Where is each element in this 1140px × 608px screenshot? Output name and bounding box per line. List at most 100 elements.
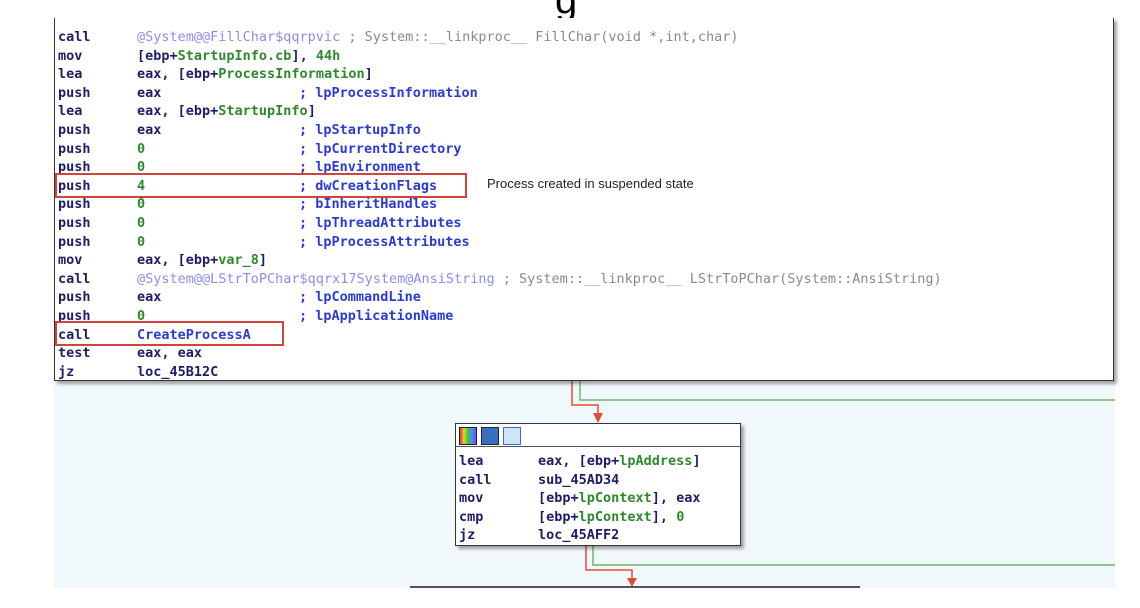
mnemonic: lea (58, 103, 83, 120)
operands: [ebp+lpContext], eax (538, 489, 701, 507)
operand-token: lpContext (578, 508, 652, 525)
operand-token: StartupInfo.cb (177, 47, 292, 64)
operand-token: eax, [ebp+ (137, 66, 219, 83)
operand-token: var_8 (218, 252, 259, 269)
mnemonic: mov (58, 47, 83, 64)
operand-token: ] (692, 453, 701, 469)
node-header (456, 424, 740, 447)
operand-token: 0 (137, 140, 146, 157)
mnemonic: test (58, 345, 91, 362)
arrow-head-1 (593, 413, 603, 423)
operand-token: StartupInfo (218, 103, 308, 120)
operands: 0 (137, 233, 145, 251)
operands: [ebp+lpContext], 0 (538, 508, 684, 526)
operand-token: ] (258, 252, 268, 269)
operands: [ebp+StartupInfo.cb], 44h (137, 47, 340, 65)
operand-token: lpContext (578, 490, 652, 507)
comment: ; lpCurrentDirectory (299, 140, 462, 157)
operand-token: ; System::__linkproc__ LStrToPChar(Syste… (494, 270, 942, 287)
comment: ; lpApplicationName (299, 308, 454, 324)
comment: ; lpCommandLine (299, 289, 421, 306)
mnemonic: push (58, 233, 91, 250)
operand-token: 0 (137, 215, 146, 231)
operand-token[interactable]: sub_45AD34 (538, 472, 619, 488)
comment-column: ; lpProcessAttributes (299, 233, 470, 251)
operand-token: eax (137, 84, 162, 101)
comment-column: ; bInheritHandles (299, 195, 437, 213)
comment: ; System::__linkproc__ FillChar(void *,i… (348, 29, 739, 45)
mnemonic: mov (58, 252, 83, 269)
mnemonic: push (58, 84, 91, 101)
operand-token[interactable]: loc_45AFF2 (538, 527, 619, 543)
operands: eax (137, 288, 161, 306)
operand-token[interactable]: @System@@LStrToPChar$qqrx17System@AnsiSt… (137, 271, 495, 287)
highlight-createprocessa (55, 321, 284, 346)
comment-column: ; lpThreadAttributes (299, 214, 462, 232)
operands: @System@@FillChar$qqrpvic ; System::__li… (137, 28, 738, 46)
operand-token: eax, [ebp+ (137, 103, 219, 120)
operands: 0 (137, 140, 145, 158)
operand-token[interactable]: @System@@FillChar$qqrpvic (137, 29, 340, 45)
mnemonic: jz (58, 363, 75, 380)
comment-column: ; lpStartupInfo (299, 121, 421, 139)
operands: eax, [ebp+var_8] (137, 251, 267, 269)
operand-token: 0 (137, 233, 146, 250)
comment: ; lpProcessInformation (299, 84, 478, 101)
mnemonic: mov (459, 490, 484, 507)
operand-token: eax (137, 289, 162, 306)
mnemonic: lea (459, 453, 484, 469)
comment: ; lpThreadAttributes (299, 215, 462, 231)
operand-token: 44h (315, 47, 341, 64)
operands: 0 (137, 214, 145, 232)
edge-false-1 (579, 381, 1115, 401)
operand-token: lpAddress (619, 453, 693, 469)
code-block-next[interactable]: lea eax, [ebp+lpAddress] call sub_45AD34mov… (455, 423, 741, 546)
operands: eax, eax (137, 344, 202, 362)
mnemonic: cmp (459, 508, 484, 525)
comment-column: ; lpApplicationName (299, 307, 453, 325)
color-palette-icon[interactable] (459, 427, 477, 445)
comment-column: ; lpProcessInformation (299, 84, 478, 102)
mnemonic: push (58, 215, 91, 231)
operand-token: ] (307, 103, 316, 120)
mnemonic: push (58, 122, 91, 138)
mnemonic: call (58, 29, 91, 45)
operands: loc_45B12C (137, 363, 218, 381)
code-block-following (410, 586, 860, 588)
operands: eax, [ebp+lpAddress] (538, 452, 701, 470)
edge-true-1 (571, 381, 599, 416)
edge-false-2 (592, 545, 1115, 566)
operands: eax, [ebp+StartupInfo] (137, 102, 316, 120)
comment: ; lpProcessAttributes (299, 233, 470, 250)
operands: loc_45AFF2 (538, 526, 619, 544)
operand-token: eax (137, 122, 162, 138)
operands: 0 (137, 195, 145, 213)
comment: ; lpStartupInfo (299, 122, 421, 138)
mnemonic: lea (58, 66, 83, 83)
annotation-note: Process created in suspended state (487, 176, 694, 191)
mnemonic: push (58, 196, 91, 213)
comment-column: ; lpCurrentDirectory (299, 140, 462, 158)
operand-token[interactable]: loc_45B12C (137, 364, 218, 380)
operand-token: ], (291, 47, 316, 64)
operand-token: ], (651, 508, 677, 525)
mnemonic: push (58, 289, 91, 306)
operand-token: ] (364, 66, 373, 83)
mnemonic: call (58, 270, 91, 287)
operand-token: eax, eax (137, 345, 203, 362)
mnemonic: jz (459, 527, 476, 544)
operand-token: [ebp+ (538, 508, 579, 525)
operand-token: [ebp+ (137, 47, 178, 64)
graph-view-icon[interactable] (503, 427, 521, 445)
operand-token: eax, [ebp+ (137, 252, 219, 269)
operands: eax (137, 84, 161, 102)
operand-token: ], eax (651, 490, 701, 507)
comment: ; bInheritHandles (299, 196, 438, 213)
operand-token: ProcessInformation (218, 66, 365, 83)
highlight-dwcreationflags (55, 173, 467, 198)
code-block-createprocess[interactable]: call @System@@FillChar$qqrpvic ; System::… (54, 18, 1114, 381)
mnemonic: call (459, 471, 492, 488)
operand-token: 0 (137, 196, 146, 213)
edit-pencil-icon[interactable] (481, 427, 499, 445)
operand-token: 0 (676, 508, 685, 525)
